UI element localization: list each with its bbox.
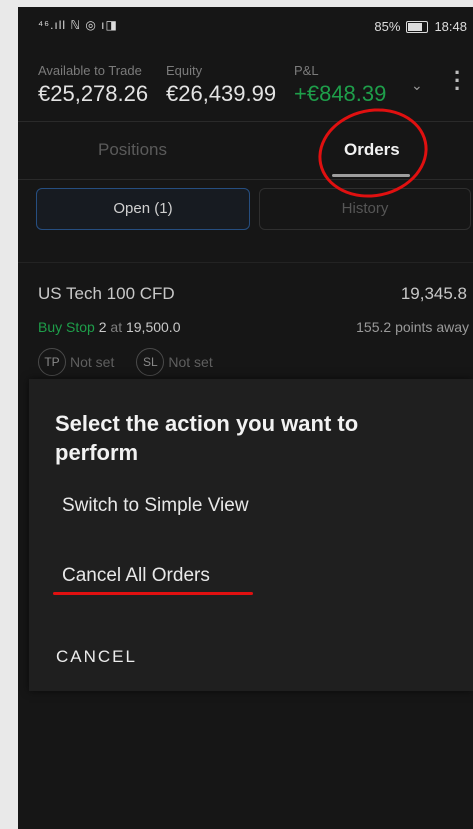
pnl-label: P&L: [294, 63, 319, 78]
action-dialog: Select the action you want to perform Sw…: [29, 379, 473, 691]
signal-icons: ⁴⁶.ıll ℕ ◎ ı◨: [38, 18, 118, 32]
order-at: at: [110, 319, 123, 335]
kebab-icon[interactable]: · · ·: [454, 62, 461, 100]
account-header: Available to Trade Equity P&L €25,278.26…: [18, 47, 473, 122]
order-detail: Buy Stop 2 at 19,500.0: [38, 319, 180, 335]
instrument-name: US Tech 100 CFD: [38, 284, 175, 303]
chevron-down-icon[interactable]: ⌄: [411, 77, 423, 94]
tp-sl-badges: TP Not set SL Not set: [38, 348, 213, 376]
order-qty: 2: [98, 319, 107, 335]
switch-simple-view-option[interactable]: Switch to Simple View: [62, 495, 249, 517]
equity-label: Equity: [166, 63, 203, 78]
phone-screen: ⁴⁶.ıll ℕ ◎ ı◨ 85% 18:48 Available to Tra…: [18, 7, 473, 829]
order-type: Buy Stop: [38, 319, 95, 335]
tp-icon: TP: [38, 348, 66, 376]
pnl-value: +€848.39: [294, 81, 387, 106]
dialog-title: Select the action you want to perform: [55, 411, 359, 465]
available-label: Available to Trade: [38, 63, 142, 78]
status-right: 85% 18:48: [374, 19, 467, 34]
highlight-underline: [53, 592, 253, 595]
status-bar: ⁴⁶.ıll ℕ ◎ ı◨ 85% 18:48: [18, 7, 473, 45]
equity-value: €26,439.99: [166, 81, 277, 106]
battery-percent: 85%: [374, 19, 401, 34]
order-row[interactable]: US Tech 100 CFD 19,345.8 Buy Stop 2 at 1…: [18, 262, 473, 383]
current-price: 19,345.8: [400, 284, 467, 303]
tp-value: Not set: [70, 354, 115, 370]
order-distance: 155.2 points away: [356, 319, 469, 335]
clock: 18:48: [434, 19, 467, 34]
sl-value: Not set: [168, 354, 213, 370]
open-orders-button[interactable]: Open (1): [36, 188, 250, 230]
tab-positions[interactable]: Positions: [98, 140, 167, 160]
battery-icon: [406, 20, 429, 33]
sl-icon: SL: [136, 348, 165, 376]
cancel-button[interactable]: CANCEL: [56, 647, 137, 667]
order-level: 19,500.0: [125, 319, 181, 335]
available-value: €25,278.26: [38, 81, 149, 106]
cancel-all-orders-option[interactable]: Cancel All Orders: [62, 565, 210, 587]
